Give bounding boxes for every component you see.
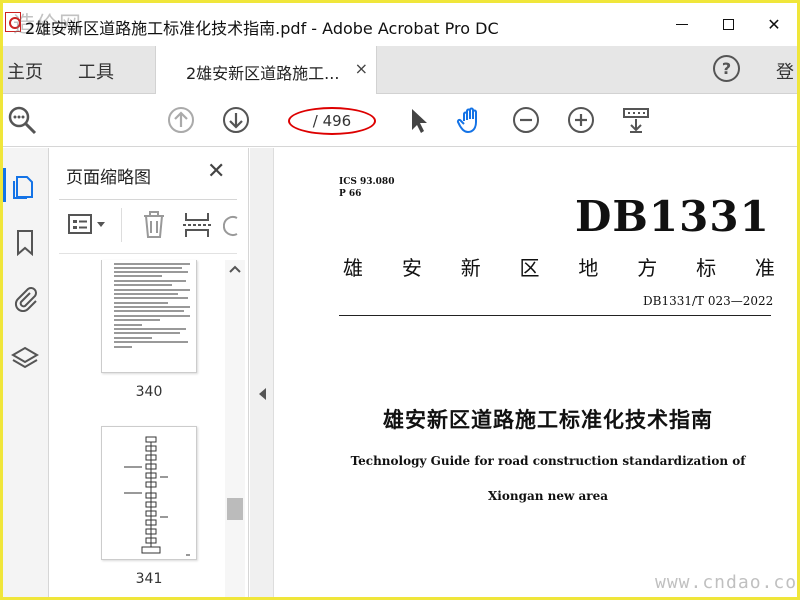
tab-bar: 主页 工具 2雄安新区道路施工... × ? 登	[3, 46, 797, 94]
close-window-button[interactable]: ✕	[751, 3, 797, 46]
thumbnail-label: 340	[135, 384, 163, 400]
doc-std-char: 区	[519, 256, 540, 280]
maximize-button[interactable]	[705, 3, 751, 46]
hand-tool-icon[interactable]	[456, 105, 486, 135]
toolbar-divider	[121, 208, 122, 242]
thumbnail-scrollbar[interactable]	[225, 260, 245, 597]
title-bar: 造价网 2雄安新区道路施工标准化技术指南.pdf - Adobe Acrobat…	[3, 3, 797, 46]
nav-tools[interactable]: 工具	[78, 58, 114, 84]
prev-page-icon[interactable]	[166, 105, 196, 135]
thumbnail-panel: 页面缩略图 ✕ 340 341	[49, 148, 249, 597]
rotate-icon[interactable]	[223, 212, 239, 238]
reading-mode-icon[interactable]	[621, 105, 651, 135]
page-thumbnail[interactable]	[101, 426, 197, 560]
window-title: 2雄安新区道路施工标准化技术指南.pdf - Adobe Acrobat Pro…	[25, 19, 499, 38]
layers-icon[interactable]	[11, 344, 39, 372]
doc-std-char: 准	[754, 256, 775, 280]
thumbnail-label: 341	[135, 571, 163, 587]
bookmark-icon[interactable]	[11, 228, 39, 256]
pages-icon[interactable]	[11, 172, 39, 200]
doc-standard-number: DB1331/T 023—2022	[643, 294, 774, 308]
doc-title-en-line2: Xiongan new area	[487, 489, 609, 503]
doc-std-char: 新	[460, 256, 481, 280]
site-watermark: www.cndao.com	[655, 572, 797, 593]
document-tab[interactable]: 2雄安新区道路施工... ×	[155, 46, 377, 94]
collapse-left-icon[interactable]	[259, 388, 266, 400]
login-button[interactable]: 登	[776, 58, 794, 84]
nav-home[interactable]: 主页	[7, 58, 43, 84]
window-controls: ✕	[659, 3, 797, 46]
doc-ics-code: ICS 93.080	[339, 177, 395, 187]
doc-std-char: 标	[696, 256, 717, 280]
page-count: / 496	[312, 112, 352, 130]
tab-close-icon[interactable]: ×	[355, 59, 368, 78]
panel-close-icon[interactable]: ✕	[207, 159, 225, 184]
next-page-icon[interactable]	[221, 105, 251, 135]
page-thumbnail[interactable]	[101, 260, 197, 373]
select-cursor-icon[interactable]	[403, 105, 433, 135]
thumbnail-flowchart	[124, 436, 190, 556]
doc-p-code: P 66	[339, 189, 362, 199]
doc-std-char: 安	[401, 256, 422, 280]
left-icon-rail	[3, 148, 49, 597]
scroll-thumb[interactable]	[227, 498, 243, 520]
thumbnail-options-icon[interactable]	[67, 212, 111, 238]
doc-title-en-line1: Technology Guide for road construction s…	[350, 454, 746, 468]
attachment-icon[interactable]	[11, 284, 39, 312]
panel-title: 页面缩略图	[66, 168, 151, 188]
doc-classification: ICS 93.080 P 66	[339, 176, 394, 200]
panel-toolbar	[49, 200, 249, 250]
scroll-up-icon[interactable]	[229, 264, 241, 274]
doc-standard-code: DB1331	[575, 192, 770, 241]
rail-active-indicator	[3, 168, 6, 202]
maximize-icon	[722, 19, 734, 30]
delete-icon[interactable]	[141, 210, 167, 240]
minimize-button[interactable]	[659, 3, 705, 46]
thumbnail-text-lines	[114, 263, 190, 348]
help-icon[interactable]: ?	[713, 55, 740, 82]
doc-std-char: 方	[637, 256, 658, 280]
doc-title-cn: 雄安新区道路施工标准化技术指南	[383, 408, 713, 432]
minimize-icon	[676, 24, 688, 25]
doc-divider	[339, 315, 771, 316]
zoom-in-icon[interactable]	[566, 105, 596, 135]
acrobat-window: 造价网 2雄安新区道路施工标准化技术指南.pdf - Adobe Acrobat…	[3, 3, 797, 597]
extract-pages-icon[interactable]	[183, 210, 211, 240]
doc-std-char: 地	[578, 256, 599, 280]
panel-divider-bottom	[59, 253, 237, 254]
doc-std-char: 雄	[343, 256, 363, 280]
magnifier-icon[interactable]	[7, 105, 37, 135]
zoom-out-icon[interactable]	[511, 105, 541, 135]
page-number-field[interactable]: / 496	[288, 107, 376, 135]
document-page: ICS 93.080 P 66 DB1331 雄 安 新 区 地 方 标 准 D…	[275, 148, 797, 597]
panel-collapse-strip[interactable]	[250, 148, 274, 597]
doc-standard-type: 雄 安 新 区 地 方 标 准	[343, 252, 775, 281]
main-toolbar: / 496	[3, 95, 797, 147]
document-tab-label: 2雄安新区道路施工...	[186, 64, 340, 83]
